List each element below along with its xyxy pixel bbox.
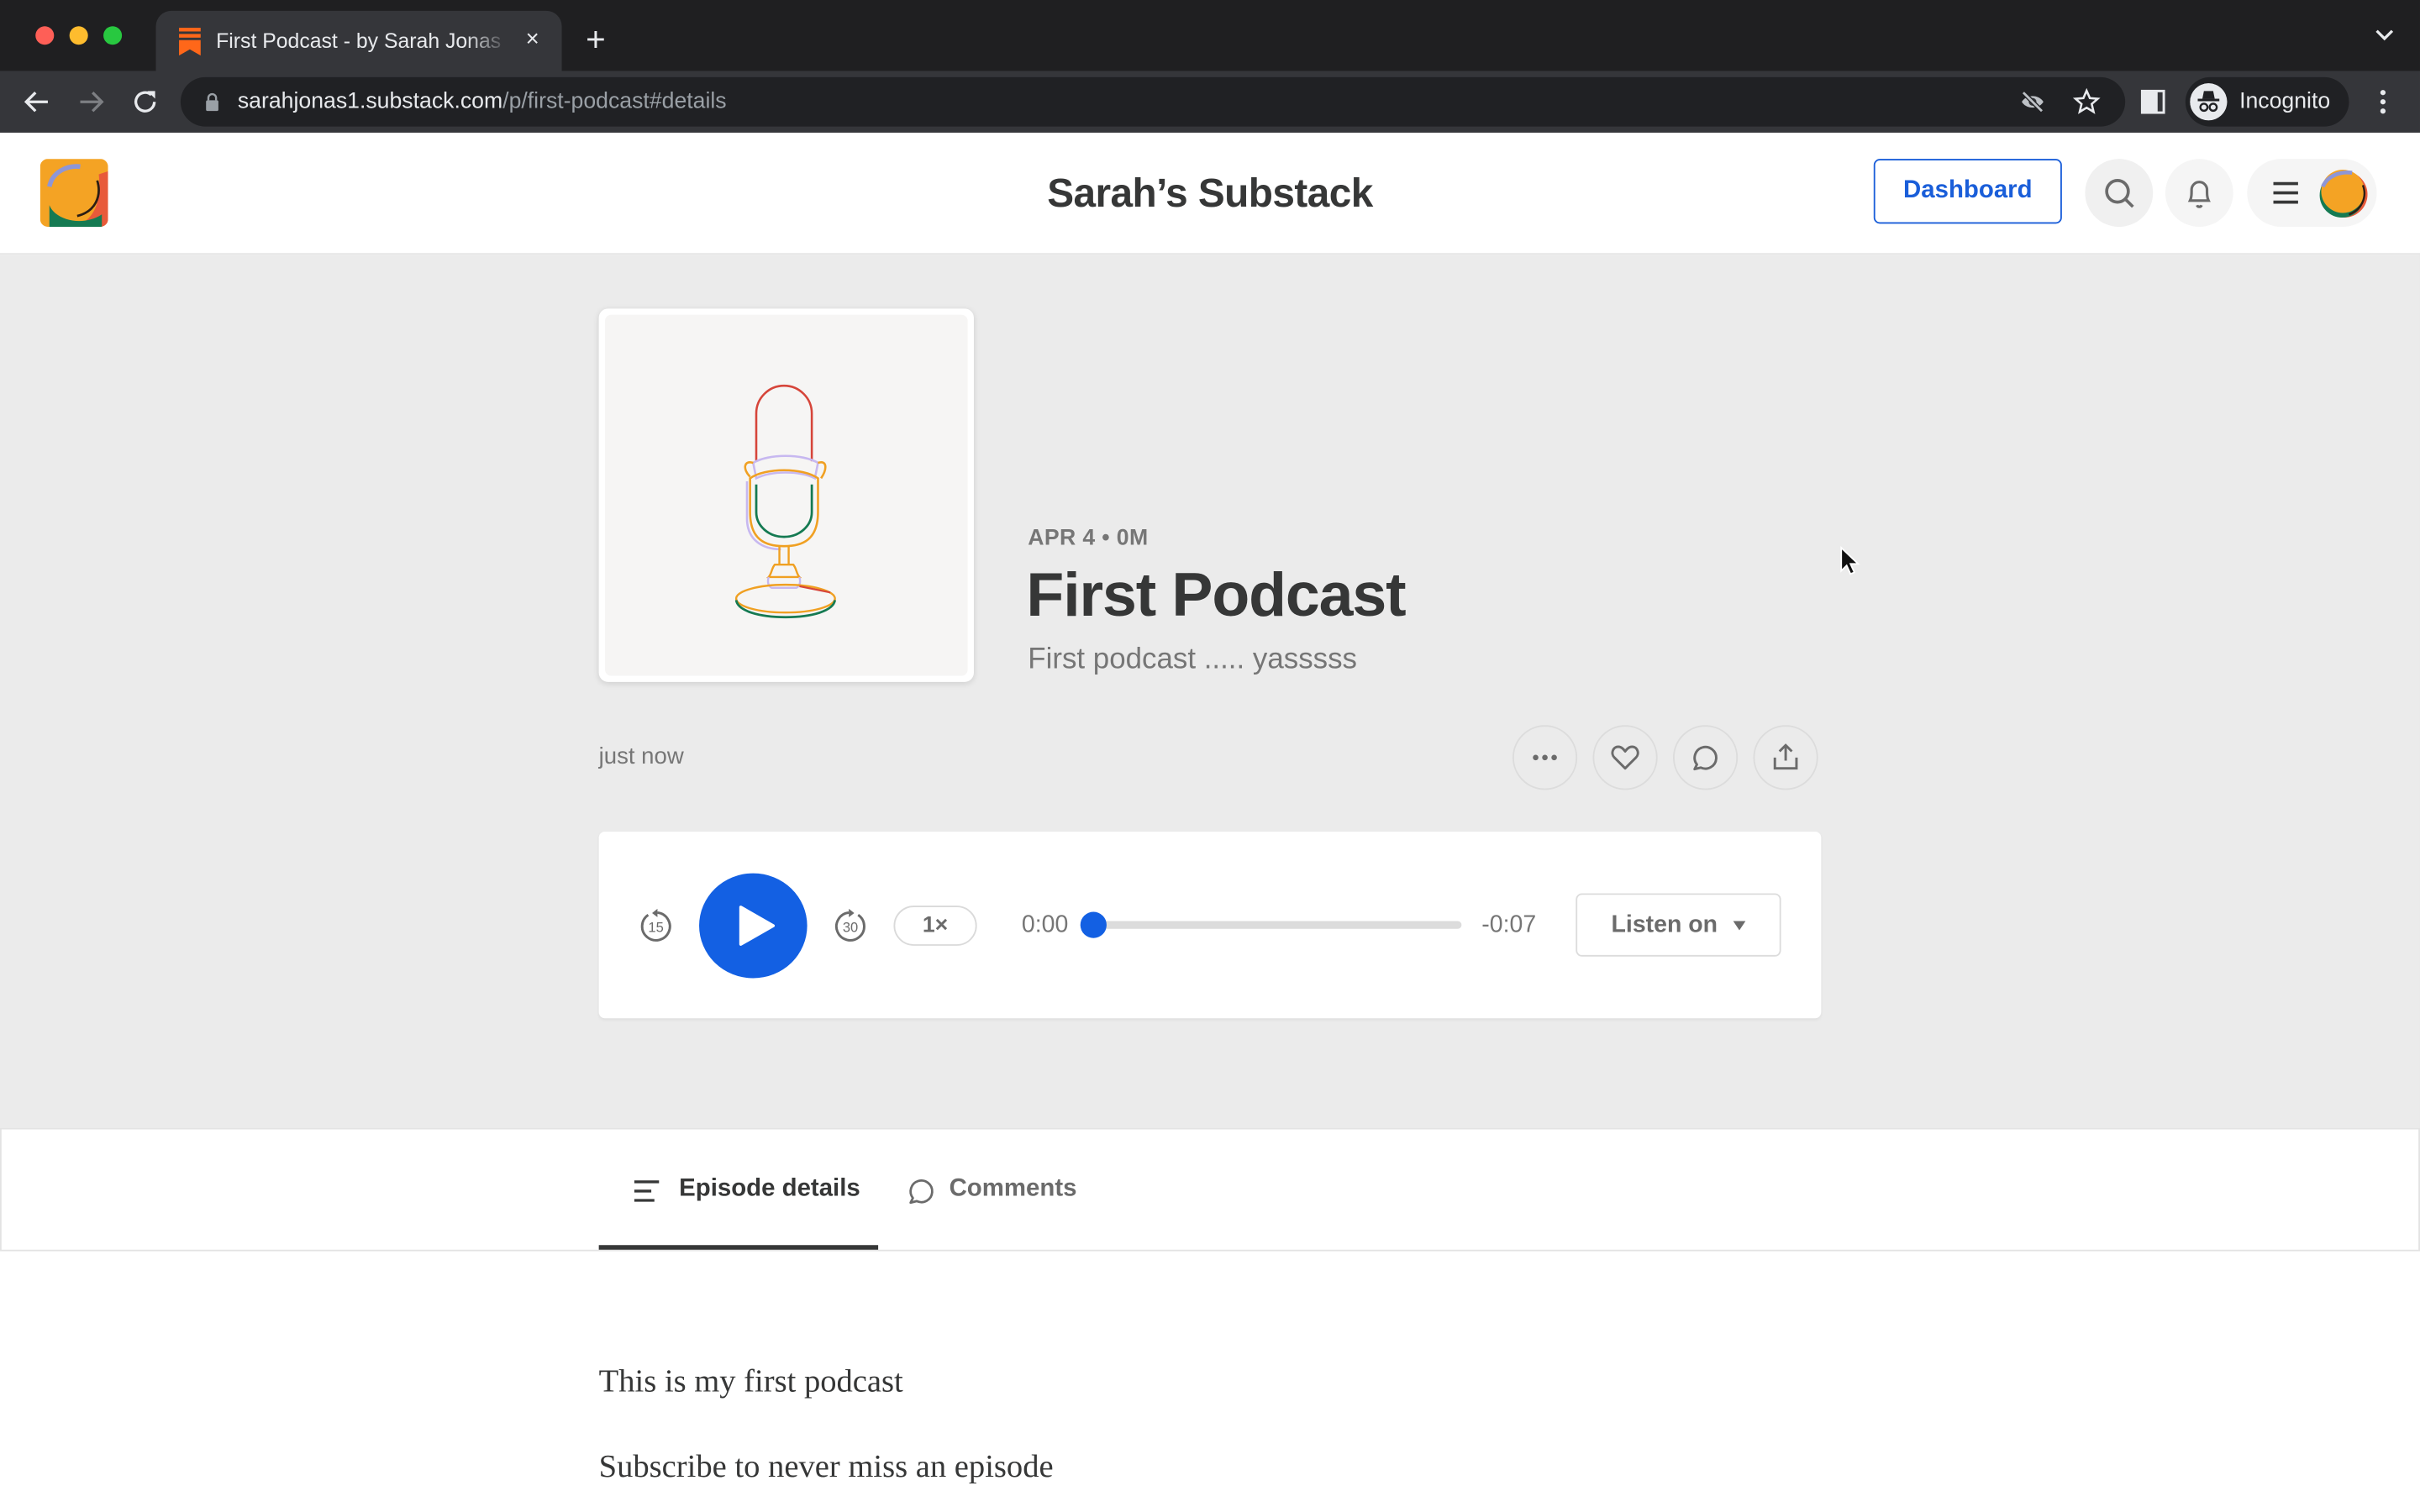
skip-back-15-icon[interactable]: 15 [638, 907, 675, 944]
notifications-button[interactable] [2165, 159, 2233, 227]
lock-icon [206, 92, 218, 112]
tab-comments[interactable]: Comments [906, 1129, 1107, 1249]
browser-window: First Podcast - by Sarah Jonas × + sarah… [0, 0, 2420, 1512]
account-menu-button[interactable] [2247, 159, 2377, 227]
browser-menu-kebab-icon[interactable] [2372, 87, 2394, 118]
hamburger-menu-icon [2273, 181, 2298, 204]
list-icon [634, 1180, 660, 1202]
profile-label: Incognito [2239, 89, 2331, 114]
tab-label: Comments [949, 1175, 1077, 1202]
episode-meta: APR 4 • 0M [1028, 526, 1149, 551]
svg-text:30: 30 [843, 919, 858, 935]
comment-icon [909, 1179, 934, 1205]
close-window-button[interactable] [35, 26, 55, 45]
skip-forward-30-icon[interactable]: 30 [832, 907, 869, 944]
posted-time: just now [598, 743, 684, 770]
episode-description: This is my first podcast Subscribe to ne… [0, 1251, 2420, 1512]
listen-on-label: Listen on [1611, 911, 1718, 938]
current-time: 0:00 [1021, 911, 1069, 938]
incognito-icon [2190, 83, 2228, 121]
progress-track[interactable] [1092, 921, 1462, 929]
browser-tab-active[interactable]: First Podcast - by Sarah Jonas × [155, 10, 562, 71]
minimize-window-button[interactable] [69, 26, 88, 45]
back-arrow-icon[interactable] [18, 83, 55, 120]
reload-icon[interactable] [127, 83, 164, 120]
play-button[interactable] [699, 873, 808, 979]
site-header: Sarah’s Substack Dashboard [0, 132, 2420, 255]
mouse-cursor-icon [1840, 546, 1860, 575]
episode-subtitle: First podcast ..... yasssss [1028, 643, 1358, 676]
remaining-time: -0:07 [1481, 911, 1537, 938]
user-avatar [2319, 170, 2368, 218]
maximize-window-button[interactable] [103, 26, 123, 45]
tab-title: First Podcast - by Sarah Jonas [216, 29, 502, 53]
share-icon [1773, 743, 1798, 770]
tab-episode-details[interactable]: Episode details [599, 1129, 878, 1249]
play-icon [739, 906, 776, 946]
share-button[interactable] [1753, 725, 1818, 790]
svg-text:15: 15 [648, 919, 663, 935]
side-panel-icon[interactable] [2140, 89, 2165, 114]
incognito-profile-button[interactable]: Incognito [2185, 76, 2349, 127]
comment-icon [1693, 745, 1718, 771]
like-button[interactable] [1592, 725, 1658, 790]
tab-search-chevron-icon[interactable] [2374, 24, 2396, 46]
caret-down-icon [1733, 921, 1746, 931]
tracking-protection-eye-off-icon[interactable] [2018, 88, 2046, 116]
new-tab-icon[interactable]: + [577, 23, 614, 60]
episode-title: First Podcast [1026, 561, 1406, 630]
listen-on-dropdown[interactable]: Listen on [1576, 893, 1781, 957]
url-text[interactable]: sarahjonas1.substack.com/p/first-podcast… [238, 90, 727, 114]
tab-strip: First Podcast - by Sarah Jonas × + [0, 0, 2420, 71]
podcast-cover-art [598, 308, 974, 682]
audio-player: 15 30 1× 0:00 -0:07 Listen on [598, 831, 1822, 1019]
substack-favicon-icon [179, 28, 201, 56]
description-paragraph: This is my first podcast [598, 1362, 903, 1399]
bookmark-star-icon[interactable] [2072, 87, 2101, 116]
comment-button[interactable] [1673, 725, 1739, 790]
episode-tabs: Episode details Comments [0, 1127, 2420, 1252]
ellipsis-icon [1533, 754, 1557, 761]
active-tab-indicator [598, 1245, 879, 1250]
microphone-illustration [734, 384, 837, 619]
bell-icon [2187, 181, 2211, 208]
browser-toolbar: sarahjonas1.substack.com/p/first-podcast… [0, 71, 2420, 133]
playback-speed-button[interactable]: 1× [893, 906, 977, 946]
more-options-button[interactable] [1512, 725, 1578, 790]
address-bar[interactable]: sarahjonas1.substack.com/p/first-podcast… [180, 76, 2126, 127]
forward-arrow-icon[interactable] [72, 83, 109, 120]
search-icon [2105, 179, 2134, 208]
tab-label: Episode details [679, 1175, 860, 1202]
description-paragraph: Subscribe to never miss an episode [598, 1446, 1054, 1484]
search-button[interactable] [2085, 159, 2154, 227]
close-tab-icon[interactable]: × [517, 24, 548, 55]
dashboard-button[interactable]: Dashboard [1873, 159, 2062, 224]
heart-icon [1611, 745, 1639, 770]
progress-handle[interactable] [1080, 911, 1107, 938]
